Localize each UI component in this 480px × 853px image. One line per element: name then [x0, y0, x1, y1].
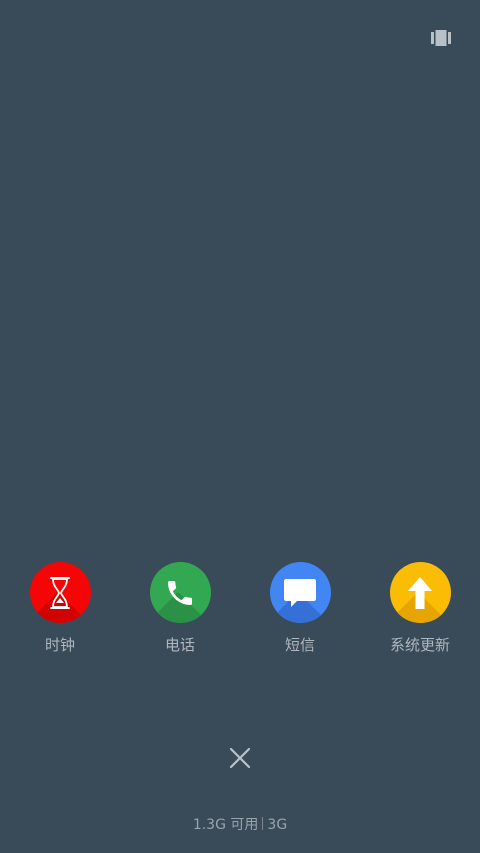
- app-label: 电话: [164, 636, 195, 654]
- clock-app-icon: [29, 562, 91, 623]
- message-icon: [284, 578, 316, 607]
- memory-total: 3G: [267, 817, 288, 833]
- hourglass-icon: [50, 576, 70, 609]
- recents-grid-icon: [431, 30, 451, 46]
- close-button[interactable]: [228, 746, 252, 770]
- messages-app-icon: [269, 562, 331, 623]
- app-label: 系统更新: [389, 636, 450, 654]
- app-shortcuts: 时钟 电话 短信 系统更新: [0, 562, 480, 672]
- phone-icon: [168, 580, 192, 605]
- app-label: 短信: [284, 636, 315, 654]
- app-label: 时钟: [44, 636, 75, 654]
- app-clock[interactable]: 时钟: [0, 562, 120, 655]
- system-update-app-icon: [389, 562, 451, 623]
- memory-info: 1.3G 可用 3G: [0, 815, 480, 835]
- app-system-update[interactable]: 系统更新: [360, 562, 480, 655]
- upload-arrow-icon: [408, 576, 432, 609]
- close-icon: [229, 747, 251, 769]
- recents-grid-button[interactable]: [429, 28, 453, 48]
- app-phone[interactable]: 电话: [120, 562, 240, 655]
- phone-app-icon: [149, 562, 211, 623]
- memory-available: 1.3G 可用: [192, 817, 259, 833]
- app-messages[interactable]: 短信: [240, 562, 360, 655]
- memory-separator: [262, 817, 264, 830]
